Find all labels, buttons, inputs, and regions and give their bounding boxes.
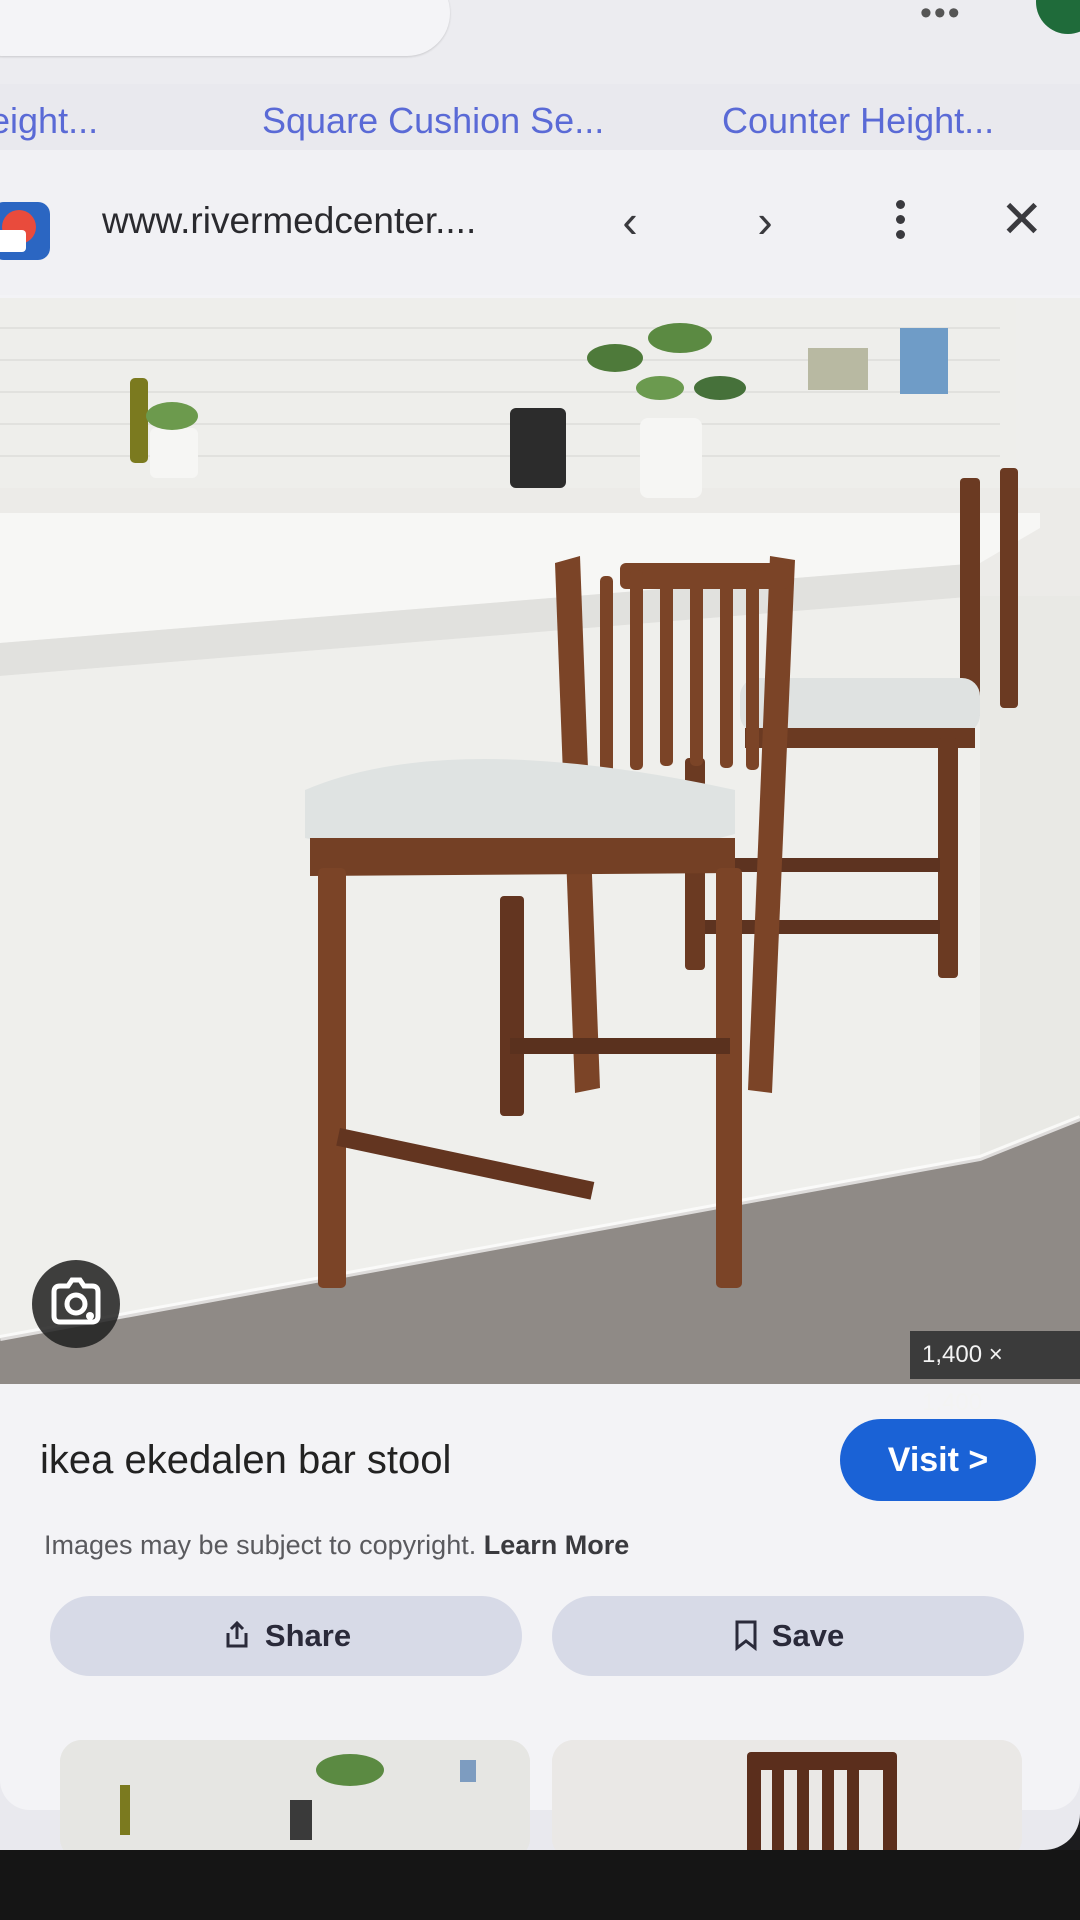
close-icon[interactable]: ✕ (1000, 190, 1044, 250)
bar-stool-photo (0, 298, 1080, 1384)
save-button[interactable]: Save (552, 1596, 1024, 1676)
more-options-icon[interactable] (885, 194, 915, 254)
related-search-chip[interactable]: Counter Height... (722, 100, 994, 142)
related-search-chip[interactable]: eight... (0, 100, 98, 142)
google-lens-icon[interactable] (32, 1260, 120, 1348)
bookmark-icon (735, 1620, 757, 1652)
top-bar: ••• (0, 0, 1080, 84)
coffee-press-icon (510, 408, 566, 488)
result-title: ikea ekedalen bar stool (40, 1438, 452, 1482)
oil-bottle-icon (130, 378, 148, 463)
device-bezel (0, 1850, 1080, 1920)
viewer-header: www.rivermedcenter.... ‹ › ✕ (0, 150, 1080, 295)
image-viewer-card: www.rivermedcenter.... ‹ › ✕ 1,400 × 1,4… (0, 150, 1080, 1810)
product-image[interactable] (0, 298, 1080, 1384)
save-label: Save (771, 1618, 845, 1653)
learn-more-link[interactable]: Learn More (484, 1530, 630, 1560)
share-icon (226, 1620, 248, 1648)
avatar[interactable] (1036, 0, 1080, 34)
next-image-button[interactable]: › (735, 194, 795, 248)
related-searches: eight... Square Cushion Se... Counter He… (0, 86, 1080, 150)
search-pill[interactable] (0, 0, 450, 56)
related-image-thumbnail[interactable] (60, 1740, 530, 1850)
copyright-notice: Images may be subject to copyright. Lear… (44, 1530, 629, 1561)
copyright-text: Images may be subject to copyright. (44, 1530, 477, 1560)
related-image-thumbnail[interactable] (552, 1740, 1022, 1850)
related-search-chip[interactable]: Square Cushion Se... (262, 100, 604, 142)
visit-button[interactable]: Visit > (840, 1419, 1036, 1501)
site-url[interactable]: www.rivermedcenter.... (102, 200, 476, 242)
share-label: Share (264, 1618, 352, 1653)
screen: ••• eight... Square Cushion Se... Counte… (0, 0, 1080, 1850)
previous-image-button[interactable]: ‹ (600, 194, 660, 248)
image-dimensions: 1,400 × 1,400 (910, 1331, 1080, 1416)
share-button[interactable]: Share (50, 1596, 522, 1676)
photo-frame-icon (808, 348, 868, 390)
site-favicon-icon (0, 202, 50, 260)
more-icon[interactable]: ••• (920, 0, 962, 33)
